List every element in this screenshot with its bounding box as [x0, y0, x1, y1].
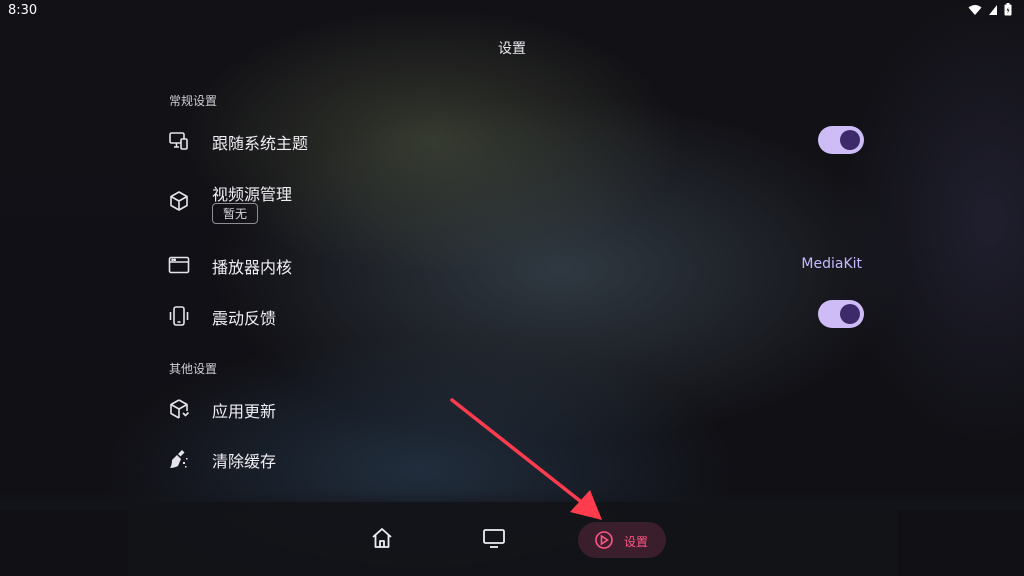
status-time: 8:30 — [8, 3, 38, 18]
toggle-knob — [840, 130, 860, 150]
page-title: 设置 — [498, 41, 526, 57]
bottom-nav: 设置 — [128, 502, 898, 576]
setting-video-source[interactable]: 视频源管理 暂无 — [162, 172, 872, 226]
home-icon — [372, 528, 392, 548]
setting-player-core[interactable]: 播放器内核 MediaKit — [162, 242, 872, 286]
tv-icon — [483, 529, 505, 548]
section-header-general: 常规设置 — [169, 94, 218, 108]
battery-icon — [1004, 3, 1012, 16]
settings-icon — [595, 531, 613, 549]
nav-settings-label: 设置 — [624, 535, 649, 549]
window-icon — [168, 256, 190, 274]
setting-label: 震动反馈 — [212, 309, 277, 328]
nav-home-button[interactable] — [370, 526, 396, 560]
broom-icon — [170, 450, 188, 468]
setting-follow-system-theme[interactable]: 跟随系统主题 — [162, 118, 872, 162]
signal-icon — [989, 4, 997, 15]
setting-haptic-feedback[interactable]: 震动反馈 — [162, 293, 872, 337]
wifi-icon — [968, 4, 982, 15]
screen: 8:30 设置 常规设置 跟随系统主题 视频源管理 暂无 播放器内核 Media… — [0, 0, 1024, 576]
monitor-phone-icon — [169, 132, 188, 150]
setting-clear-cache[interactable]: 清除缓存 — [162, 436, 872, 480]
nav-tv-button[interactable] — [482, 526, 508, 560]
vibrate-phone-icon — [169, 306, 189, 326]
setting-app-update[interactable]: 应用更新 — [162, 386, 872, 430]
toggle-knob — [840, 304, 860, 324]
cube-icon — [170, 191, 188, 211]
follow-system-theme-toggle[interactable] — [818, 126, 864, 154]
box-update-icon — [170, 399, 190, 419]
section-header-other: 其他设置 — [169, 362, 218, 376]
setting-label: 播放器内核 — [212, 258, 293, 277]
status-bar: 8:30 — [0, 0, 1024, 22]
status-badge: 暂无 — [212, 203, 259, 224]
setting-label: 应用更新 — [212, 402, 277, 421]
status-icons — [968, 3, 1012, 16]
player-core-value: MediaKit — [801, 256, 862, 272]
haptic-feedback-toggle[interactable] — [818, 300, 864, 328]
nav-settings-button[interactable]: 设置 — [578, 522, 666, 558]
setting-label: 视频源管理 — [212, 185, 293, 204]
setting-label: 跟随系统主题 — [212, 134, 309, 153]
setting-label: 清除缓存 — [212, 452, 277, 471]
